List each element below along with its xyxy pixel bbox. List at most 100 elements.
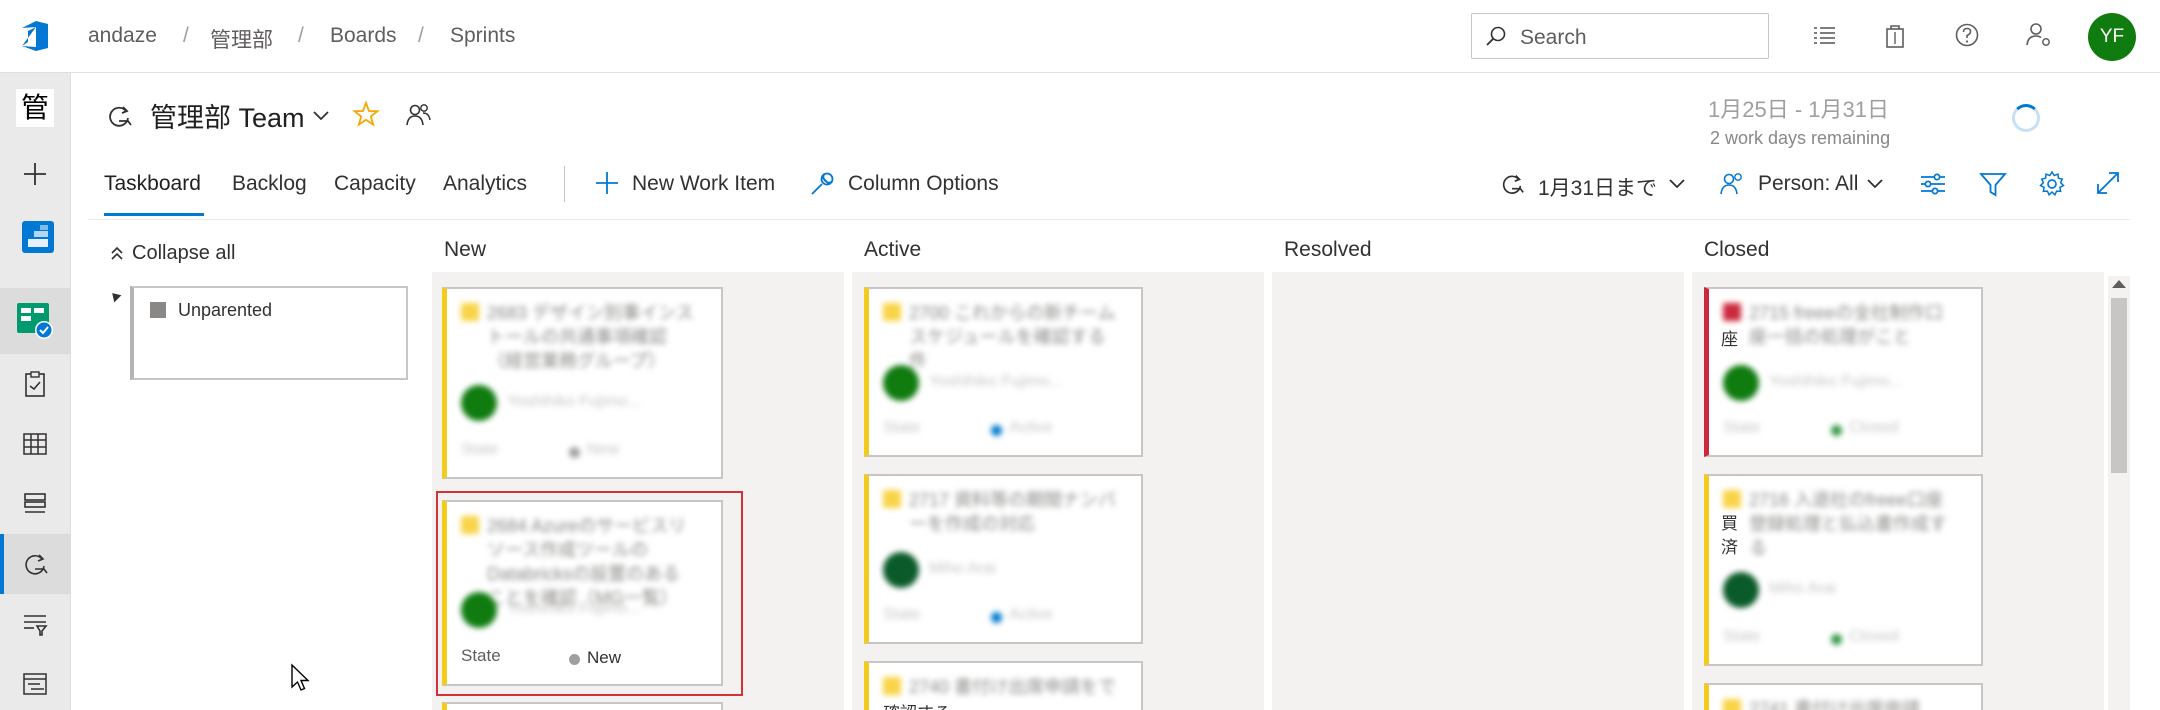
card-blurred-content: 2717 資料等の期間ナンバーを作成の対応 Miho Arai State Ac… (869, 476, 1141, 642)
task-icon (883, 303, 901, 321)
search-icon (1486, 26, 1506, 46)
sprint-icon (109, 106, 132, 127)
state-label: State (883, 419, 921, 436)
task-card[interactable]: 2741 書付け出席申請 (1704, 683, 1983, 710)
chevron-down-icon[interactable] (1668, 178, 1686, 190)
rail-delivery-plans[interactable] (0, 654, 71, 710)
search-box[interactable]: Search (1471, 13, 1769, 59)
tab-capacity[interactable]: Capacity (334, 172, 416, 196)
card-title: 2717 資料等の期間ナンバーを作成の対応 (909, 490, 1117, 534)
team-members-icon[interactable] (404, 101, 432, 129)
state-value: Closed (1849, 628, 1899, 645)
state-label: State (883, 606, 921, 623)
column-options-button[interactable]: Column Options (848, 172, 999, 196)
state-label: State (1723, 628, 1761, 645)
assignee-name: Yoshihiko Fujimo... (1769, 373, 1903, 390)
team-name[interactable]: 管理部 Team (150, 96, 305, 135)
chevron-down-icon[interactable] (312, 110, 330, 122)
iteration-selector[interactable]: 1月31日まで (1538, 172, 1657, 202)
project-avatar[interactable]: 管 (16, 89, 54, 127)
assignee-avatar (883, 552, 919, 588)
task-icon (883, 677, 901, 695)
column-header-new: New (444, 238, 487, 261)
tab-analytics[interactable]: Analytics (443, 172, 527, 196)
view-options-icon[interactable] (1918, 169, 1948, 199)
breadcrumb-boards[interactable]: Boards (330, 24, 397, 48)
assignee-avatar (1723, 572, 1759, 608)
state-value: Active (1009, 419, 1053, 436)
sprint-icon (1502, 175, 1524, 194)
mouse-cursor-icon (291, 663, 310, 691)
assignee-name: Miho Arai (1769, 580, 1836, 597)
task-card[interactable] (442, 702, 723, 710)
scroll-up-arrow-icon[interactable] (2112, 280, 2126, 288)
search-placeholder: Search (1520, 26, 1587, 49)
bug-icon (1723, 303, 1741, 321)
task-card[interactable]: 2683 デザイン別事インストールの共通事項確認（経営業務グループ） Yoshi… (442, 287, 723, 479)
filter-icon[interactable] (1978, 169, 2008, 199)
breadcrumb-org[interactable]: andaze (88, 24, 157, 48)
state-value: Active (1009, 606, 1053, 623)
card-blurred-content: 2715 freeeの全社制作口座一括の処理がこと Yoshihiko Fuji… (1709, 289, 1981, 455)
rail-backlogs[interactable] (0, 474, 71, 534)
state-dot (1831, 634, 1842, 645)
task-card[interactable]: 2740 書付け出席申請をで 確認する (864, 661, 1143, 710)
card-title: 2716 入退社のfreee口座登録処理と払込書作成する (1749, 490, 1947, 558)
chevron-down-icon[interactable] (1866, 178, 1884, 190)
breadcrumb-project[interactable]: 管理部 (210, 24, 273, 54)
breadcrumb-separator: / (418, 24, 424, 47)
rail-sprints[interactable] (0, 534, 71, 594)
collapse-all-label: Collapse all (132, 242, 236, 264)
card-title: 2700 これからの新チームスケジュールを確認する件 (909, 303, 1116, 371)
fullscreen-expand-icon[interactable] (2094, 169, 2122, 197)
sprint-date-range: 1月25日 - 1月31日 (1708, 97, 1889, 122)
top-bar: andaze / 管理部 / Boards / Sprints Search Y… (0, 0, 2160, 73)
boards-icon (17, 303, 53, 339)
person-icon (1720, 173, 1742, 195)
tab-backlog[interactable]: Backlog (232, 172, 307, 196)
card-title-fragment: 座 (1721, 330, 1738, 349)
task-card[interactable]: 2716 入退社のfreee口座登録処理と払込書作成する Miho Arai S… (1704, 474, 1983, 666)
scrollbar-thumb[interactable] (2111, 298, 2127, 473)
assignee-avatar (1723, 365, 1759, 401)
gear-icon[interactable] (2037, 169, 2067, 199)
settings-list-icon[interactable] (1809, 20, 1839, 50)
rail-boards-grid[interactable] (0, 414, 71, 474)
active-tab-indicator (104, 213, 204, 216)
state-label: State (461, 441, 499, 458)
parent-card-unparented[interactable]: Unparented (130, 286, 408, 380)
user-settings-icon[interactable] (2024, 20, 2054, 50)
rail-boards[interactable] (0, 288, 71, 354)
task-card[interactable]: 2717 資料等の期間ナンバーを作成の対応 Miho Arai State Ac… (864, 474, 1143, 644)
favorite-star-icon[interactable] (352, 100, 380, 128)
chevron-double-up-icon (111, 246, 123, 260)
tab-taskboard[interactable]: Taskboard (104, 172, 201, 196)
bug-card[interactable]: 2715 freeeの全社制作口座一括の処理がこと Yoshihiko Fuji… (1704, 287, 1983, 457)
rail-overview[interactable] (0, 204, 71, 264)
state-value: Closed (1849, 419, 1899, 436)
state-dot (1831, 425, 1842, 436)
rail-work-items[interactable] (0, 354, 71, 414)
grid-icon (23, 433, 47, 455)
marketplace-bag-icon[interactable] (1880, 20, 1910, 50)
task-card[interactable]: 2700 これからの新チームスケジュールを確認する件 Yoshihiko Fuj… (864, 287, 1143, 457)
user-avatar[interactable]: YF (2088, 13, 2136, 61)
card-title: 2683 デザイン別事インストールの共通事項確認（経営業務グループ） (487, 303, 694, 371)
wrench-icon (811, 172, 834, 195)
rail-queries[interactable] (0, 594, 71, 654)
breadcrumb-separator: / (183, 24, 189, 47)
rail-new-icon-button[interactable] (0, 144, 71, 204)
assignee-name: Miho Arai (929, 560, 996, 577)
assignee-name: Yoshihiko Fujimo... (929, 373, 1063, 390)
breadcrumb-sprints[interactable]: Sprints (450, 24, 515, 48)
loading-spinner-icon (2012, 104, 2040, 132)
row-expand-caret-icon[interactable] (108, 289, 122, 303)
help-icon[interactable] (1952, 20, 1982, 50)
azure-devops-logo-icon[interactable] (18, 18, 54, 54)
task-icon (883, 490, 901, 508)
new-work-item-button[interactable]: New Work Item (632, 172, 775, 196)
person-filter[interactable]: Person: All (1758, 172, 1858, 196)
state-value: New (587, 441, 620, 458)
plans-icon (23, 673, 47, 695)
plus-icon (24, 163, 46, 185)
